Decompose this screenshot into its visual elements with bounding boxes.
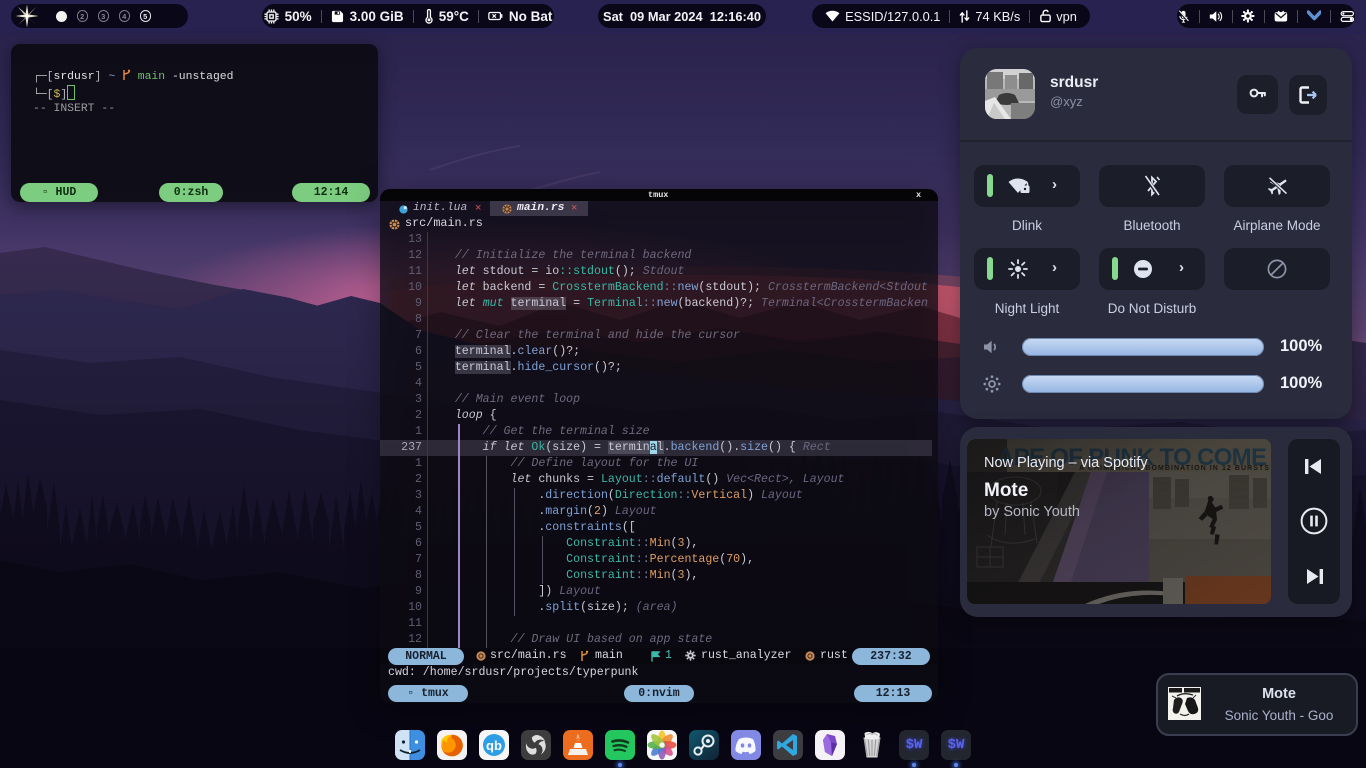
svg-text:qb: qb [486,738,502,753]
